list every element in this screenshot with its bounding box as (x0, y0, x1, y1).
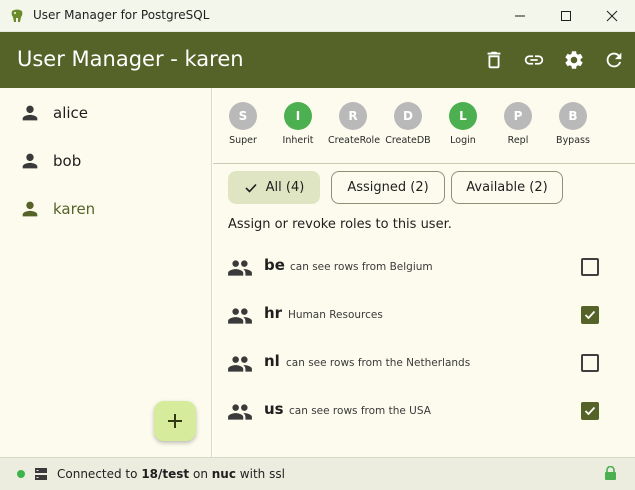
attribute-inherit[interactable]: I Inherit (273, 102, 323, 146)
plus-icon (168, 414, 182, 428)
person-icon (22, 105, 38, 121)
check-icon (245, 183, 257, 193)
group-icon (228, 308, 252, 324)
group-icon (228, 404, 252, 420)
role-row-be: be can see rows from Belgium (213, 244, 635, 292)
user-item-alice[interactable]: alice (0, 90, 211, 136)
lock-icon (605, 466, 616, 480)
postgres-elephant-icon (11, 9, 23, 22)
filter-available-button[interactable]: Available (2) (451, 171, 563, 204)
attribute-createdb[interactable]: D CreateDB (383, 102, 433, 146)
maximize-button[interactable] (543, 0, 589, 32)
roles-hint-text: Assign or revoke roles to this user. (228, 217, 452, 232)
status-bar: Connected to 18/test on nuc with ssl (0, 457, 635, 490)
filter-all-button[interactable]: All (4) (228, 171, 320, 204)
role-description: can see rows from Belgium (290, 261, 433, 273)
role-name: nl (264, 352, 280, 370)
user-name: karen (53, 200, 96, 218)
role-name: be (264, 256, 285, 274)
attribute-label: Super (229, 135, 257, 146)
link-icon (524, 55, 544, 65)
user-item-bob[interactable]: bob (0, 138, 211, 184)
group-icon (228, 260, 252, 276)
main-panel: S Super I Inherit R CreateRole D CreateD… (213, 88, 635, 457)
role-description: can see rows from the Netherlands (286, 357, 471, 369)
attribute-createrole[interactable]: R CreateRole (328, 102, 381, 146)
filter-label: All (4) (265, 180, 305, 195)
connection-status-dot (17, 470, 25, 478)
role-description: Human Resources (288, 309, 383, 321)
check-icon (584, 406, 596, 416)
close-button[interactable] (589, 0, 635, 32)
attribute-label: CreateRole (328, 135, 381, 146)
attribute-repl[interactable]: P Repl (493, 102, 543, 146)
role-checkbox-nl[interactable] (581, 354, 599, 372)
role-name: hr (264, 304, 283, 322)
attribute-badge: D (394, 102, 422, 130)
delete-icon (487, 51, 501, 69)
attribute-super[interactable]: S Super (218, 102, 268, 146)
attribute-badge: P (504, 102, 532, 130)
window-titlebar: User Manager for PostgreSQL (0, 0, 635, 32)
attribute-label: Login (450, 135, 476, 146)
attribute-badge: L (449, 102, 477, 130)
attribute-badge: I (284, 102, 312, 130)
filter-label: Available (2) (466, 180, 548, 195)
user-name: bob (53, 152, 82, 170)
role-attributes-bar: S Super I Inherit R CreateRole D CreateD… (213, 88, 635, 164)
minimize-icon (515, 15, 525, 17)
server-icon (35, 468, 47, 480)
check-icon (584, 310, 596, 320)
attribute-label: Bypass (556, 135, 590, 146)
role-name: us (264, 400, 284, 418)
attribute-bypass[interactable]: B Bypass (548, 102, 598, 146)
person-icon (22, 153, 38, 169)
attribute-login[interactable]: L Login (438, 102, 488, 146)
attribute-badge: B (559, 102, 587, 130)
role-row-us: us can see rows from the USA (213, 388, 635, 436)
role-row-hr: hr Human Resources (213, 292, 635, 340)
user-name: alice (53, 104, 89, 122)
maximize-icon (561, 11, 571, 21)
role-row-nl: nl can see rows from the Netherlands (213, 340, 635, 388)
page-title: User Manager - karen (17, 47, 244, 71)
role-checkbox-be[interactable] (581, 258, 599, 276)
settings-icon (565, 51, 583, 69)
refresh-icon (606, 52, 622, 68)
connection-status-text: Connected to 18/test on nuc with ssl (57, 467, 285, 481)
minimize-button[interactable] (497, 0, 543, 32)
close-icon (606, 10, 618, 22)
window-title: User Manager for PostgreSQL (33, 8, 210, 22)
role-checkbox-us[interactable] (581, 402, 599, 420)
filter-label: Assigned (2) (347, 180, 429, 195)
user-item-karen[interactable]: karen (0, 186, 211, 232)
attribute-badge: R (339, 102, 367, 130)
group-icon (228, 356, 252, 372)
attribute-label: CreateDB (385, 135, 431, 146)
app-header: User Manager - karen (0, 32, 635, 88)
settings-button[interactable] (560, 46, 588, 74)
delete-user-button[interactable] (480, 46, 508, 74)
attribute-label: Repl (507, 135, 529, 146)
person-icon (22, 201, 38, 217)
refresh-button[interactable] (600, 46, 628, 74)
attribute-label: Inherit (282, 135, 314, 146)
role-checkbox-hr[interactable] (581, 306, 599, 324)
add-user-button[interactable] (154, 401, 196, 441)
role-description: can see rows from the USA (289, 405, 431, 417)
user-list-sidebar: alice bob karen (0, 88, 212, 457)
attribute-badge: S (229, 102, 257, 130)
filter-assigned-button[interactable]: Assigned (2) (331, 171, 445, 204)
connect-button[interactable] (520, 46, 548, 74)
